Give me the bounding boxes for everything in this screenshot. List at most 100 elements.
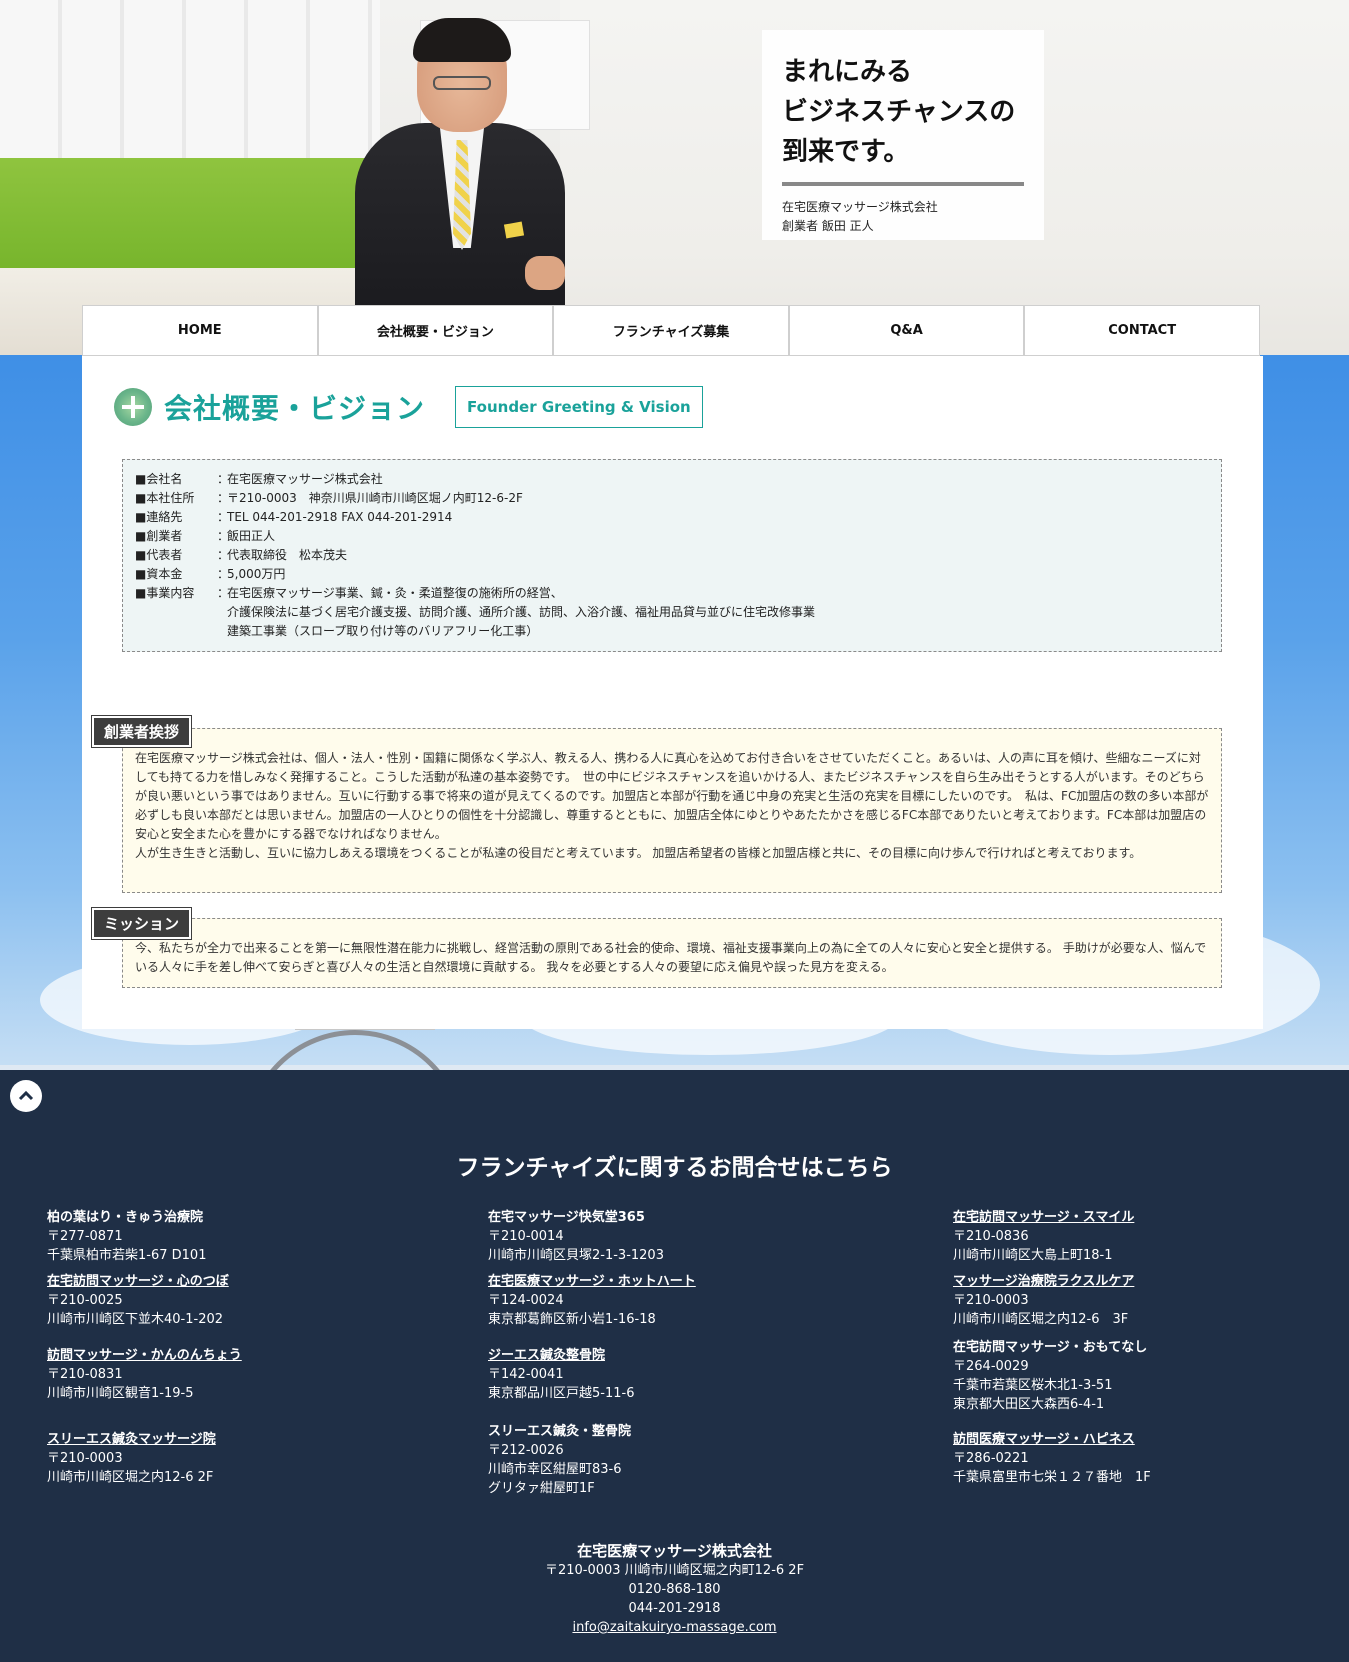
clinic-entry: 在宅マッサージ快気堂365 〒210-0014 川崎市川崎区貝塚2-1-3-12… <box>488 1208 664 1265</box>
mission-text: 今、私たちが全力で出来ることを第一に無限性潜在能力に挑戦し、経営活動の原則である… <box>135 941 1207 974</box>
footer-title: フランチャイズに関するお問合せはこちら <box>456 1155 893 1181</box>
clinic-zip: 〒210-0003 <box>47 1451 123 1466</box>
clinic-name-link[interactable]: 訪問医療マッサージ・ハピネス <box>953 1430 1151 1449</box>
clinic-zip: 〒277-0871 <box>47 1229 123 1244</box>
info-key <box>135 622 217 641</box>
clinic-name-link[interactable]: 在宅訪問マッサージ・心のつぼ <box>47 1272 229 1291</box>
leaf-cross-icon <box>114 388 152 426</box>
nav-home[interactable]: HOME <box>83 306 319 355</box>
info-row: ■連絡先： TEL 044-201-2918 FAX 044-201-2914 <box>135 508 1209 527</box>
clinic-address: グリタァ紺屋町1F <box>488 1481 595 1496</box>
clinic-zip: 〒124-0024 <box>488 1293 564 1308</box>
clinic-address: 川崎市川崎区観音1-19-5 <box>47 1386 194 1401</box>
info-row: ■本社住所：〒210-0003 神奈川県川崎市川崎区堀ノ内町12-6-2F <box>135 489 1209 508</box>
page-title: 会社概要・ビジョン <box>164 392 426 425</box>
nav-company-vision[interactable]: 会社概要・ビジョン <box>319 306 555 355</box>
footer-company-phone: 0120-868-180 <box>628 1582 721 1597</box>
info-row: ■創業者：飯田正人 <box>135 527 1209 546</box>
clinic-name-link[interactable]: 在宅訪問マッサージ・スマイル <box>953 1208 1134 1227</box>
hero-headline-line: ビジネスチャンスの <box>782 97 1016 127</box>
info-value: 建築工事業（スロープ取り付け等のバリアフリー化工事） <box>227 624 539 638</box>
info-key: ■本社住所 <box>135 491 195 505</box>
clinic-zip: 〒264-0029 <box>953 1359 1029 1374</box>
info-value: 在宅医療マッサージ株式会社 <box>227 472 383 486</box>
clinic-zip: 〒210-0836 <box>953 1229 1029 1244</box>
clinic-zip: 〒286-0221 <box>953 1451 1029 1466</box>
clinic-zip: 〒210-0025 <box>47 1293 123 1308</box>
mission-box: 今、私たちが全力で出来ることを第一に無限性潜在能力に挑戦し、経営活動の原則である… <box>122 918 1222 988</box>
clinic-zip: 〒210-0003 <box>953 1293 1029 1308</box>
hero-sofa <box>0 158 370 270</box>
clinic-name: 在宅マッサージ快気堂365 <box>488 1210 645 1225</box>
clinic-name: 柏の葉はり・きゅう治療院 <box>47 1210 204 1225</box>
footer-company-block: 在宅医療マッサージ株式会社 〒210-0003 川崎市川崎区堀之内町12-6 2… <box>0 1542 1349 1637</box>
nav-contact[interactable]: CONTACT <box>1025 306 1259 355</box>
clinic-address: 川崎市幸区紺屋町83-6 <box>488 1462 622 1477</box>
clinic-zip: 〒210-0831 <box>47 1367 123 1382</box>
info-value: TEL 044-201-2918 FAX 044-201-2914 <box>227 510 453 524</box>
info-value: 〒210-0003 神奈川県川崎市川崎区堀ノ内町12-6-2F <box>227 491 523 505</box>
info-row: ■資本金： 5,000万円 <box>135 565 1209 584</box>
info-value: 5,000万円 <box>227 567 286 581</box>
info-row: ■事業内容：在宅医療マッサージ事業、鍼・灸・柔道整復の施術所の経営、 <box>135 584 1209 603</box>
clinic-address: 千葉県柏市若柴1-67 D101 <box>47 1248 207 1263</box>
back-to-top-button[interactable] <box>10 1080 42 1112</box>
footer-company-name: 在宅医療マッサージ株式会社 <box>577 1542 772 1560</box>
clinic-address: 川崎市川崎区貝塚2-1-3-1203 <box>488 1248 664 1263</box>
clinic-entry: 在宅訪問マッサージ・おもてなし 〒264-0029 千葉市若葉区桜木北1-3-5… <box>953 1338 1147 1414</box>
info-key: ■会社名 <box>135 472 183 486</box>
info-value: 代表取締役 松本茂夫 <box>227 548 348 562</box>
company-info-box: ■会社名：在宅医療マッサージ株式会社 ■本社住所：〒210-0003 神奈川県川… <box>122 459 1222 652</box>
info-row: ■代表者：代表取締役 松本茂夫 <box>135 546 1209 565</box>
clinic-entry: スリーエス鍼灸マッサージ院 〒210-0003 川崎市川崎区堀之内12-6 2F <box>47 1430 216 1487</box>
founder-photo <box>355 18 565 308</box>
footer-company-phone: 044-201-2918 <box>628 1601 721 1616</box>
clinic-zip: 〒210-0014 <box>488 1229 564 1244</box>
clinic-entry: 在宅医療マッサージ・ホットハート 〒124-0024 東京都葛飾区新小岩1-16… <box>488 1272 696 1329</box>
nav-franchise[interactable]: フランチャイズ募集 <box>554 306 790 355</box>
info-key: ■資本金 <box>135 567 183 581</box>
clinic-entry: ジーエス鍼灸整骨院 〒142-0041 東京都品川区戸越5-11-6 <box>488 1346 634 1403</box>
greeting-text: 在宅医療マッサージ株式会社は、個人・法人・性別・国籍に関係なく学ぶ人、教える人、… <box>135 751 1209 841</box>
clinic-name-link[interactable]: 訪問マッサージ・かんのんちょう <box>47 1346 242 1365</box>
clinic-entry: スリーエス鍼灸・整骨院 〒212-0026 川崎市幸区紺屋町83-6 グリタァ紺… <box>488 1422 631 1498</box>
clinic-address: 川崎市川崎区下並木40-1-202 <box>47 1312 224 1327</box>
mission-label: ミッション <box>92 908 192 939</box>
info-key: ■連絡先 <box>135 510 183 524</box>
info-key: ■事業内容 <box>135 586 195 600</box>
clinic-zip: 〒212-0026 <box>488 1443 564 1458</box>
info-row: 介護保険法に基づく居宅介護支援、訪問介護、通所介護、訪問、入浴介護、福祉用品貸与… <box>135 603 1209 622</box>
clinic-name-link[interactable]: スリーエス鍼灸マッサージ院 <box>47 1430 216 1449</box>
clinic-entry: 柏の葉はり・きゅう治療院 〒277-0871 千葉県柏市若柴1-67 D101 <box>47 1208 206 1265</box>
hero-window <box>0 0 380 160</box>
nav-qa[interactable]: Q&A <box>790 306 1026 355</box>
main-nav: HOME 会社概要・ビジョン フランチャイズ募集 Q&A CONTACT <box>82 305 1260 356</box>
hero-message-card: まれにみる ビジネスチャンスの 到来です。 在宅医療マッサージ株式会社 創業者 … <box>762 30 1044 240</box>
footer-company-address: 〒210-0003 川崎市川崎区堀之内町12-6 2F <box>544 1563 805 1578</box>
clinic-name-link[interactable]: ジーエス鍼灸整骨院 <box>488 1346 634 1365</box>
footer: フランチャイズに関するお問合せはこちら 柏の葉はり・きゅう治療院 〒277-08… <box>0 1070 1349 1662</box>
info-row: 建築工事業（スロープ取り付け等のバリアフリー化工事） <box>135 622 1209 641</box>
clinic-address: 川崎市川崎区堀之内12-6 2F <box>47 1470 214 1485</box>
clinic-entry: 在宅訪問マッサージ・心のつぼ 〒210-0025 川崎市川崎区下並木40-1-2… <box>47 1272 229 1329</box>
hero-signature: 在宅医療マッサージ株式会社 創業者 飯田 正人 <box>782 198 1024 236</box>
clinic-address: 千葉市若葉区桜木北1-3-51 <box>953 1378 1113 1393</box>
info-row: ■会社名：在宅医療マッサージ株式会社 <box>135 470 1209 489</box>
info-key <box>135 603 217 622</box>
chevron-up-icon <box>18 1090 34 1101</box>
info-value: 介護保険法に基づく居宅介護支援、訪問介護、通所介護、訪問、入浴介護、福祉用品貸与… <box>227 605 816 619</box>
info-key: ■創業者 <box>135 529 183 543</box>
page-subtitle-badge: Founder Greeting & Vision <box>455 386 703 428</box>
clinic-name-link[interactable]: マッサージ治療院ラクスルケア <box>953 1272 1134 1291</box>
clinic-name: スリーエス鍼灸・整骨院 <box>488 1424 632 1439</box>
info-value: 飯田正人 <box>227 529 276 543</box>
clinic-name-link[interactable]: 在宅医療マッサージ・ホットハート <box>488 1272 696 1291</box>
hero-headline-line: 到来です。 <box>782 137 910 167</box>
clinic-address: 川崎市川崎区大島上町18-1 <box>953 1248 1113 1263</box>
clinic-address: 千葉県富里市七栄１２７番地 1F <box>953 1470 1151 1485</box>
clinic-address: 東京都品川区戸越5-11-6 <box>488 1386 635 1401</box>
footer-email-link[interactable]: info@zaitakuiryo-massage.com <box>0 1618 1349 1637</box>
greeting-text-2: 人が生き生きと活動し、互いに協力しあえる環境をつくることが私達の役目だと考えてい… <box>135 846 1142 860</box>
hero-headline: まれにみる ビジネスチャンスの 到来です。 <box>782 52 1024 186</box>
clinic-address: 東京都大田区大森西6-4-1 <box>953 1397 1105 1412</box>
